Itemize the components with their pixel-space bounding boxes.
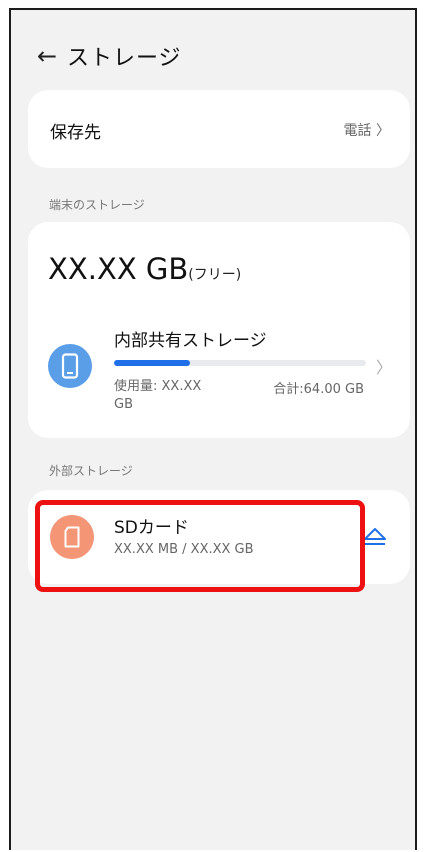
device-storage-card: XX.XX GB(フリー) 内部共有ストレージ 使用量: XX.XX GB 合計…	[28, 222, 410, 438]
eject-icon[interactable]	[362, 524, 388, 550]
phone-icon	[48, 344, 92, 388]
external-storage-heading: 外部ストレージ	[49, 464, 133, 478]
page-title: ストレージ	[67, 46, 182, 71]
back-arrow-icon[interactable]: ←	[37, 42, 67, 70]
internal-storage-name: 内部共有ストレージ	[114, 331, 267, 351]
save-location-value: 電話 〉	[343, 123, 390, 139]
chevron-right-icon: 〉	[375, 358, 392, 377]
save-location-row[interactable]: 保存先 電話 〉	[28, 90, 410, 168]
highlight-box	[35, 500, 365, 592]
phone-screen: ← ストレージ 保存先 電話 〉 端末のストレージ XX.XX GB(フリー) …	[9, 8, 417, 850]
app-bar: ← ストレージ	[37, 40, 182, 72]
save-location-label: 保存先	[50, 123, 101, 143]
storage-usage-fill	[114, 360, 190, 366]
chevron-right-icon: 〉	[376, 123, 390, 139]
free-space-value: XX.XX GB(フリー)	[48, 252, 242, 286]
storage-usage-bar	[114, 360, 366, 366]
device-storage-heading: 端末のストレージ	[49, 198, 145, 212]
used-amount: 使用量: XX.XX GB	[114, 379, 202, 412]
free-label: (フリー)	[188, 267, 242, 283]
total-amount: 合計:64.00 GB	[273, 382, 364, 397]
